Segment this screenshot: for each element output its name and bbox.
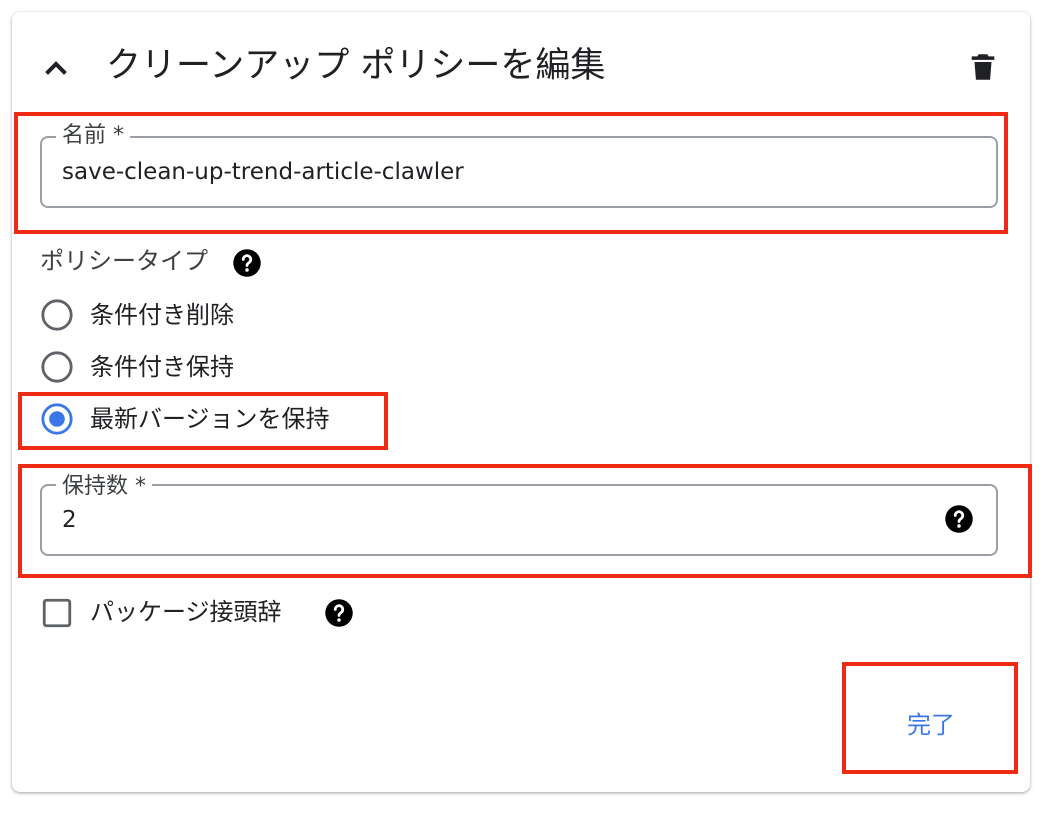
radio-label: 条件付き削除 <box>90 301 234 329</box>
help-icon[interactable] <box>324 598 354 628</box>
name-field-label: 名前 * <box>56 123 130 149</box>
radio-option-conditional-delete[interactable]: 条件付き削除 <box>40 298 340 334</box>
policy-type-label: ポリシータイプ <box>40 247 208 275</box>
radio-option-conditional-keep[interactable]: 条件付き保持 <box>40 350 340 386</box>
trash-icon[interactable] <box>966 50 1000 84</box>
done-button[interactable]: 完了 <box>876 700 986 750</box>
package-prefix-label: パッケージ接頭辞 <box>90 598 282 626</box>
radio-option-keep-latest[interactable]: 最新バージョンを保持 <box>40 402 380 438</box>
keep-count-field-label: 保持数 * <box>56 474 152 500</box>
chevron-up-icon[interactable] <box>40 52 72 84</box>
page-title: クリーンアップ ポリシーを編集 <box>106 46 606 86</box>
radio-label: 条件付き保持 <box>90 353 234 381</box>
radio-unselected-icon[interactable] <box>40 350 74 384</box>
radio-unselected-icon[interactable] <box>40 298 74 332</box>
radio-selected-icon[interactable] <box>40 402 74 436</box>
help-icon[interactable] <box>232 248 262 278</box>
keep-count-field[interactable] <box>40 484 998 556</box>
radio-label: 最新バージョンを保持 <box>90 405 330 433</box>
name-field-value[interactable]: save-clean-up-trend-article-clawler <box>62 157 464 187</box>
keep-count-field-value[interactable]: 2 <box>62 505 77 535</box>
help-icon[interactable] <box>944 504 974 534</box>
package-prefix-checkbox[interactable] <box>40 596 74 630</box>
